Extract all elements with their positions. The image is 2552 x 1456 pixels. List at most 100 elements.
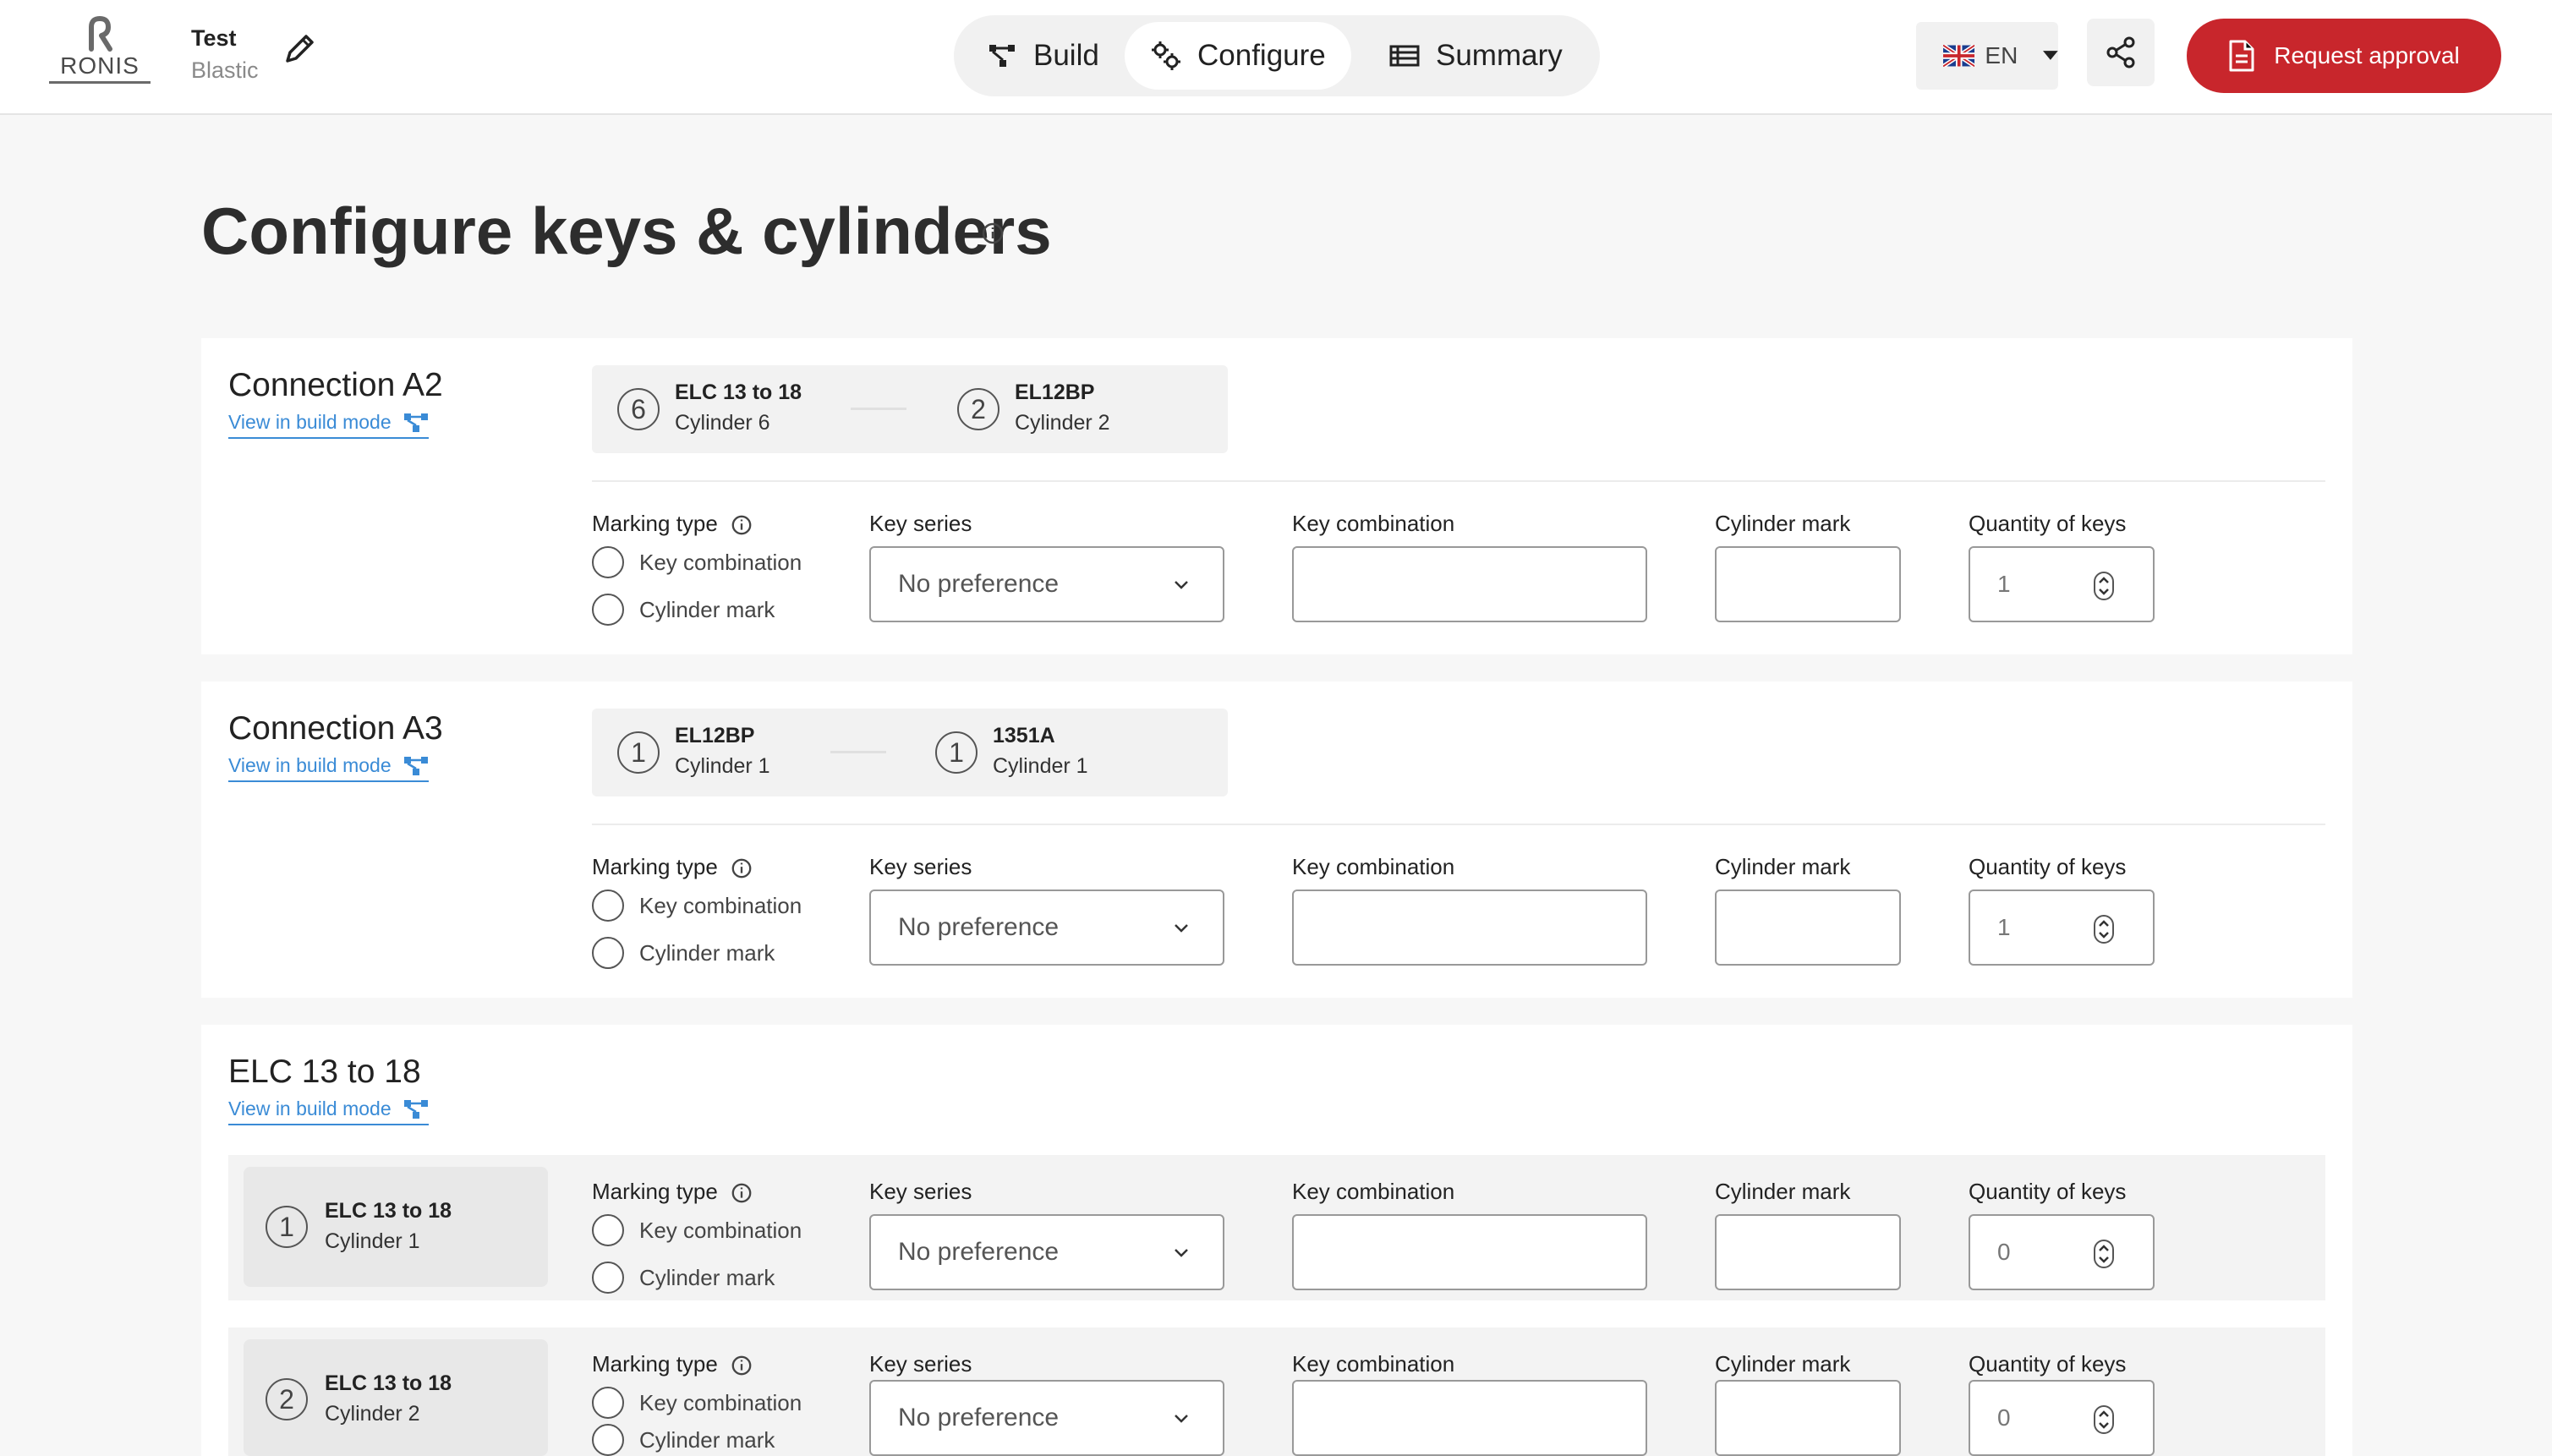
build-icon xyxy=(989,45,1015,67)
info-icon[interactable] xyxy=(731,514,753,536)
radio-cylinder-mark[interactable]: Cylinder mark xyxy=(592,1262,775,1294)
project-subtitle: Blastic xyxy=(191,57,259,83)
ronis-logo-icon xyxy=(89,16,112,52)
radio-cylinder-mark[interactable]: Cylinder mark xyxy=(592,1424,775,1456)
key-series-select[interactable]: No preference xyxy=(869,1214,1224,1290)
cylinder-label: Cylinder 1 xyxy=(993,754,1088,778)
page-title: Configure keys & cylinders xyxy=(201,194,1052,268)
tab-configure[interactable]: Configure xyxy=(1125,22,1351,90)
cylinder-name: EL12BP xyxy=(1015,380,1095,404)
spinner-arrows-icon[interactable] xyxy=(2094,1240,2114,1268)
chevron-down-icon xyxy=(1175,1249,1188,1257)
key-series-label: Key series xyxy=(869,1351,972,1377)
key-series-label: Key series xyxy=(869,1179,972,1204)
key-combination-input[interactable] xyxy=(1292,1380,1647,1456)
cylinder-mark-input[interactable] xyxy=(1715,546,1901,622)
language-selector[interactable]: EN xyxy=(1916,22,2058,90)
radio-key-combination[interactable]: Key combination xyxy=(592,1387,802,1419)
radio-button[interactable] xyxy=(592,594,624,626)
cylinder-mark-input[interactable] xyxy=(1715,1214,1901,1290)
view-in-build-mode-link[interactable]: View in build mode xyxy=(228,1097,429,1125)
ronis-logo[interactable]: RONIS xyxy=(49,15,151,85)
tab-build[interactable]: Build xyxy=(961,22,1125,90)
info-icon[interactable] xyxy=(731,1182,753,1204)
radio-cylinder-mark[interactable]: Cylinder mark xyxy=(592,937,775,969)
radio-button[interactable] xyxy=(592,1424,624,1456)
spinner-arrows-icon[interactable] xyxy=(2094,1405,2114,1434)
radio-button[interactable] xyxy=(592,1387,624,1419)
radio-key-combination[interactable]: Key combination xyxy=(592,546,802,578)
key-combination-input[interactable] xyxy=(1292,546,1647,622)
select-value: No preference xyxy=(898,1238,1060,1266)
spinner-arrows-icon[interactable] xyxy=(2094,572,2114,600)
cylinder-mark-input[interactable] xyxy=(1715,1380,1901,1456)
radio-cylinder-mark[interactable]: Cylinder mark xyxy=(592,594,775,626)
key-combination-input[interactable] xyxy=(1292,889,1647,966)
marking-type-label: Marking type xyxy=(592,854,753,880)
view-in-build-mode-link[interactable]: View in build mode xyxy=(228,754,429,782)
spinner-arrows-icon[interactable] xyxy=(2094,915,2114,944)
pencil-icon xyxy=(286,35,314,63)
key-series-label: Key series xyxy=(869,511,972,536)
cylinder-number: 1 xyxy=(266,1206,308,1248)
tab-summary[interactable]: Summary xyxy=(1363,22,1588,90)
build-mode-icon xyxy=(403,413,428,432)
share-button[interactable] xyxy=(2087,19,2155,86)
request-approval-button[interactable]: Request approval xyxy=(2187,19,2501,93)
edit-project-button[interactable] xyxy=(281,29,320,68)
quantity-label: Quantity of keys xyxy=(1969,511,2127,536)
view-in-build-mode-link[interactable]: View in build mode xyxy=(228,411,429,439)
cylinder-mark-input[interactable] xyxy=(1715,889,1901,966)
project-name: Test xyxy=(191,25,237,51)
quantity-stepper[interactable]: 1 xyxy=(1969,546,2155,622)
key-combination-input[interactable] xyxy=(1292,1214,1647,1290)
quantity-stepper[interactable]: 1 xyxy=(1969,889,2155,966)
key-combination-label: Key combination xyxy=(1292,1351,1455,1377)
quantity-stepper[interactable]: 0 xyxy=(1969,1380,2155,1456)
build-mode-icon xyxy=(403,1099,428,1119)
language-label: EN xyxy=(1985,42,2018,68)
radio-key-combination[interactable]: Key combination xyxy=(592,889,802,922)
connection-card: Connection A3 View in build mode 1 EL12B… xyxy=(201,681,2352,998)
connector-line xyxy=(851,408,906,410)
top-bar: RONIS Test Blastic Build Configure Summa… xyxy=(0,0,2552,115)
radio-button[interactable] xyxy=(592,1262,624,1294)
radio-button[interactable] xyxy=(592,937,624,969)
radio-button[interactable] xyxy=(592,1214,624,1246)
cylinder-label: Cylinder 6 xyxy=(675,411,770,435)
chevron-down-icon xyxy=(1175,581,1188,589)
uk-flag-icon xyxy=(1943,45,1975,67)
view-link-label: View in build mode xyxy=(228,754,392,776)
cylinder-mark-label: Cylinder mark xyxy=(1715,1351,1851,1377)
cylinder-mark-label: Cylinder mark xyxy=(1715,1179,1851,1204)
connection-pair: 6 ELC 13 to 18 Cylinder 6 2 EL12BP Cylin… xyxy=(592,365,1228,453)
radio-label: Key combination xyxy=(639,1217,802,1243)
radio-label: Cylinder mark xyxy=(639,596,775,622)
key-combination-label: Key combination xyxy=(1292,1179,1455,1204)
radio-label: Key combination xyxy=(639,892,802,918)
radio-button[interactable] xyxy=(592,546,624,578)
cylinder-number: 2 xyxy=(266,1378,308,1420)
cylinder-badge: 2 ELC 13 to 18 Cylinder 2 xyxy=(244,1339,548,1456)
cylinder-label: Cylinder 2 xyxy=(1015,411,1110,435)
logo-text: RONIS xyxy=(49,52,151,84)
info-icon[interactable] xyxy=(981,222,1005,245)
lock-card: ELC 13 to 18 View in build mode 1 ELC 13… xyxy=(201,1025,2352,1456)
cylinder-name: ELC 13 to 18 xyxy=(325,1199,452,1223)
connection-pair: 1 EL12BP Cylinder 1 1 1351A Cylinder 1 xyxy=(592,709,1228,796)
info-icon[interactable] xyxy=(731,1355,753,1377)
quantity-stepper[interactable]: 0 xyxy=(1969,1214,2155,1290)
key-series-select[interactable]: No preference xyxy=(869,1380,1224,1456)
key-series-select[interactable]: No preference xyxy=(869,546,1224,622)
quantity-label: Quantity of keys xyxy=(1969,1351,2127,1377)
key-series-select[interactable]: No preference xyxy=(869,889,1224,966)
cylinder-name: ELC 13 to 18 xyxy=(325,1371,452,1395)
connection-title: Connection A3 xyxy=(228,710,443,747)
info-icon[interactable] xyxy=(731,857,753,879)
connection-card: Connection A2 View in build mode 6 ELC 1… xyxy=(201,338,2352,654)
radio-key-combination[interactable]: Key combination xyxy=(592,1214,802,1246)
cylinder-name: ELC 13 to 18 xyxy=(675,380,802,404)
radio-button[interactable] xyxy=(592,889,624,922)
tab-build-label: Build xyxy=(1033,39,1099,72)
divider xyxy=(592,480,2325,482)
